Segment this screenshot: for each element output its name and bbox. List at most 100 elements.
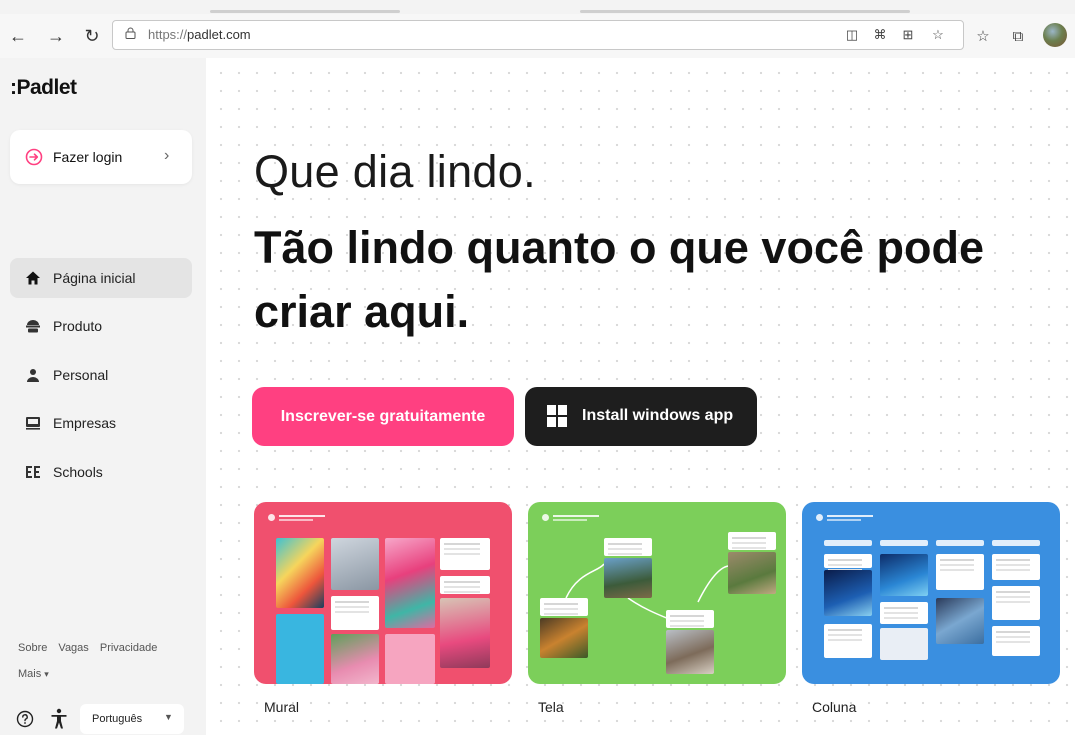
card-thumb-flower [385, 634, 435, 684]
sidebar-item-product[interactable]: Produto [10, 306, 192, 346]
card-thumb-wolf [604, 558, 652, 598]
caret-down-icon: ▼ [164, 712, 173, 722]
template-card-coluna[interactable] [802, 502, 1060, 684]
url-host: padlet.com [187, 27, 251, 42]
windows-logo-icon [547, 405, 567, 427]
card-thumb-bobcat [666, 630, 714, 674]
product-icon [24, 317, 42, 335]
url-protocol: https:// [148, 27, 188, 42]
sidebar-item-business[interactable]: Empresas [10, 403, 192, 443]
card-note [880, 602, 928, 624]
footer-links: Sobre Vagas Privacidade [18, 642, 165, 654]
column-header [936, 540, 984, 546]
card-thumb-map [880, 628, 928, 660]
sidebar-item-label: Página inicial [53, 270, 136, 286]
more-menu[interactable]: Mais ▾ [18, 668, 49, 680]
tab-strip [0, 0, 1075, 14]
lock-icon [125, 27, 136, 39]
sidebar-item-label: Personal [53, 367, 109, 383]
card-mini-header [816, 514, 876, 522]
card-note [824, 554, 872, 568]
home-icon [24, 269, 42, 287]
template-label-coluna: Coluna [812, 699, 857, 715]
accessibility-icon[interactable] [50, 708, 68, 730]
card-thumb-lynx [728, 552, 776, 594]
card-note [992, 626, 1040, 656]
schools-icon [24, 463, 42, 481]
sidebar-item-schools[interactable]: Schools [10, 452, 192, 492]
card-thumb-tiger [540, 618, 588, 658]
card-note [440, 538, 490, 570]
footer-link-about[interactable]: Sobre [18, 642, 47, 654]
card-note [936, 554, 984, 590]
hero-line-1: Que dia lindo. [254, 146, 536, 197]
person-icon [24, 366, 42, 384]
template-card-mural[interactable] [254, 502, 512, 684]
add-favorite-icon[interactable]: ☆ [929, 26, 947, 44]
card-note [331, 596, 379, 630]
card-thumb-jellyfish-2 [880, 554, 928, 596]
business-icon [24, 414, 42, 432]
column-header [824, 540, 872, 546]
padlet-logo[interactable]: :Padlet [10, 76, 77, 100]
template-label-mural: Mural [264, 699, 300, 715]
card-thumb-abstract [276, 538, 324, 608]
sidebar-item-label: Empresas [53, 415, 117, 431]
sidebar-item-personal[interactable]: Personal [10, 355, 192, 395]
sidebar-bottom-row: Português ▼ [0, 704, 206, 734]
sidebar: :Padlet Fazer login › Página inicial Pro… [0, 58, 206, 735]
card-thumb-jellyfish [824, 570, 872, 616]
template-card-tela[interactable] [528, 502, 786, 684]
main-content: Que dia lindo. Tão lindo quanto o que vo… [206, 58, 1075, 735]
back-button[interactable]: ← [6, 24, 30, 48]
login-button[interactable]: Fazer login › [10, 130, 192, 184]
app-available-icon[interactable]: ⌘ [871, 26, 889, 44]
card-note [728, 532, 776, 550]
forward-button[interactable]: → [44, 24, 68, 48]
more-label: Mais [18, 668, 42, 680]
hero-line-2: Tão lindo quanto o que você pode criar a… [254, 222, 984, 337]
language-select[interactable]: Português ▼ [80, 704, 184, 734]
signup-label: Inscrever-se gratuitamente [280, 407, 486, 425]
sidebar-item-label: Schools [53, 464, 103, 480]
profile-avatar[interactable] [1043, 23, 1067, 47]
card-thumb-phone [936, 598, 984, 644]
template-label-tela: Tela [538, 699, 564, 715]
refresh-button[interactable]: ↻ [80, 24, 104, 48]
tab-indicator [210, 10, 400, 13]
chevron-down-icon: ▾ [44, 669, 49, 679]
card-note [540, 598, 588, 616]
apps-icon[interactable]: ⊞ [899, 26, 917, 44]
card-mini-header [268, 514, 328, 522]
card-thumb-sneaker [440, 598, 490, 668]
footer-link-jobs[interactable]: Vagas [58, 642, 88, 654]
card-thumb-shoes [385, 538, 435, 628]
card-thumb-blue [276, 614, 324, 684]
sidebar-item-label: Produto [53, 318, 103, 334]
card-note [992, 554, 1040, 580]
address-bar[interactable]: https://padlet.com ◫ ⌘ ⊞ ☆ [112, 20, 964, 50]
card-thumb-photo [331, 538, 379, 590]
footer-link-privacy[interactable]: Privacidade [100, 642, 157, 654]
card-note [992, 586, 1040, 620]
sidebar-item-home[interactable]: Página inicial [10, 258, 192, 298]
login-icon [25, 148, 43, 166]
chevron-right-icon: › [164, 147, 170, 164]
card-thumb-bottle [331, 634, 379, 684]
card-note [666, 610, 714, 628]
login-label: Fazer login [53, 149, 123, 165]
reader-view-icon[interactable]: ◫ [843, 26, 861, 44]
help-icon[interactable] [16, 710, 34, 728]
card-note [604, 538, 652, 556]
install-label: Install windows app [582, 407, 734, 424]
tab-indicator [580, 10, 910, 13]
favorites-icon[interactable]: ☆ [972, 24, 994, 48]
card-note [440, 576, 490, 594]
language-value: Português [92, 713, 143, 725]
collections-icon[interactable]: ⧉ [1007, 24, 1029, 48]
column-header [880, 540, 928, 546]
install-windows-app-button[interactable]: Install windows app [525, 387, 757, 446]
column-header [992, 540, 1040, 546]
signup-button[interactable]: Inscrever-se gratuitamente [252, 387, 514, 446]
card-note [824, 624, 872, 658]
